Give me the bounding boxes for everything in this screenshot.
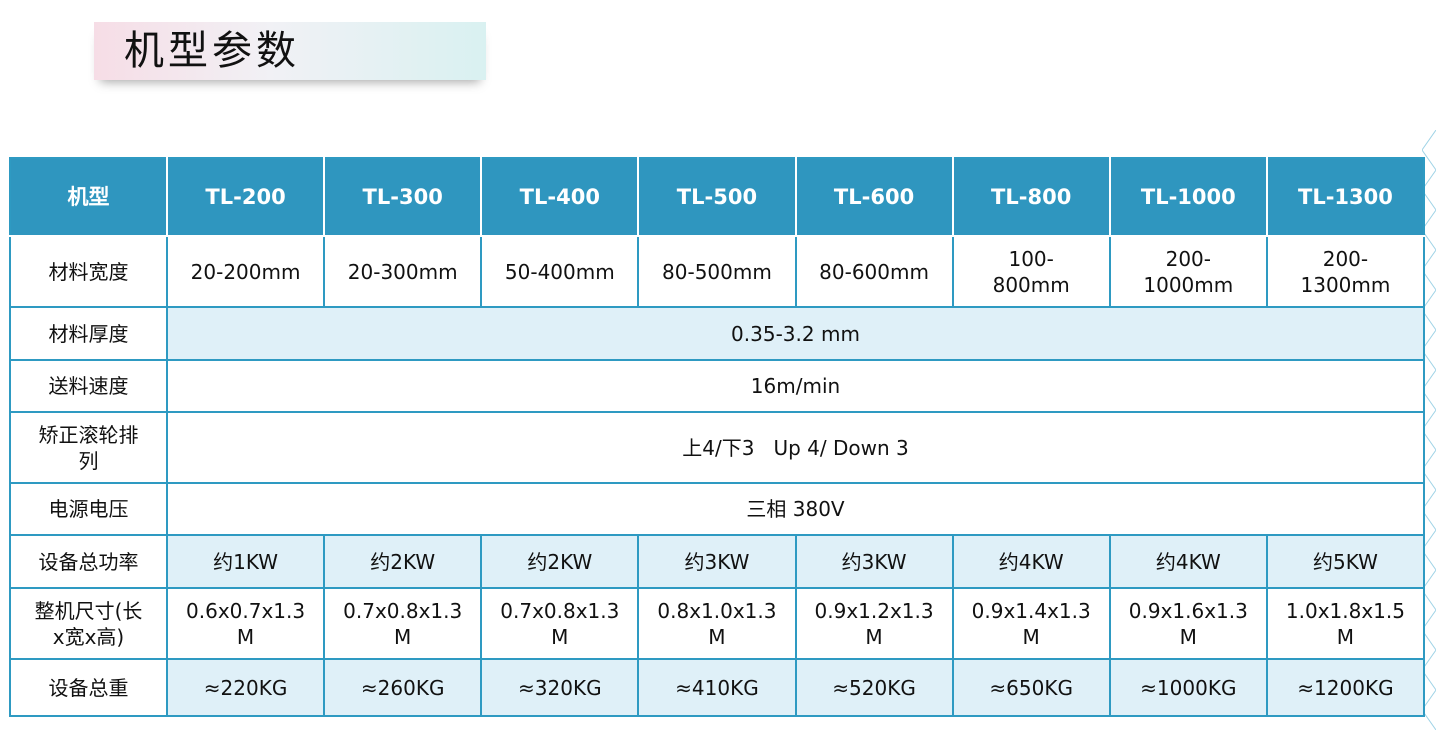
table-cell: 约3KW <box>794 534 954 589</box>
table-cell: ≈520KG <box>794 658 954 717</box>
model-tl-1300: TL-1300 <box>1265 157 1426 237</box>
row-voltage: 电源电压 三相 380V <box>9 482 1425 536</box>
table-cell: 200-1300mm <box>1265 235 1426 308</box>
table-cell: ≈410KG <box>637 658 797 717</box>
spec-table: 机型 TL-200 TL-300 TL-400 TL-500 TL-600 TL… <box>9 157 1426 717</box>
table-cell: 20-200mm <box>165 235 326 308</box>
table-cell: 约2KW <box>480 534 640 589</box>
row-feed-speed: 送料速度 16m/min <box>9 359 1425 413</box>
row-label: 设备总重 <box>9 658 168 717</box>
row-label: 矫正滚轮排列 <box>9 411 168 484</box>
table-cell: 200-1000mm <box>1108 235 1268 308</box>
table-cell: 约5KW <box>1265 534 1426 589</box>
table-cell: 上4/下3 Up 4/ Down 3 <box>166 411 1425 484</box>
table-cell: 50-400mm <box>480 235 640 308</box>
table-cell: 三相 380V <box>166 482 1425 536</box>
row-roller-arrangement: 矫正滚轮排列 上4/下3 Up 4/ Down 3 <box>9 411 1425 484</box>
model-tl-200: TL-200 <box>165 157 326 237</box>
table-cell: 0.9x1.6x1.3 M <box>1108 587 1268 660</box>
table-cell: 0.6x0.7x1.3 M <box>165 587 326 660</box>
row-machine-size: 整机尺寸(长x宽x高) 0.6x0.7x1.3 M 0.7x0.8x1.3 M … <box>9 587 1426 660</box>
row-material-width: 材料宽度 20-200mm 20-300mm 50-400mm 80-500mm… <box>9 235 1426 308</box>
table-cell: ≈1200KG <box>1265 658 1426 717</box>
table-cell: 0.8x1.0x1.3 M <box>637 587 797 660</box>
table-cell: 1.0x1.8x1.5 M <box>1265 587 1426 660</box>
row-material-thickness: 材料厚度 0.35-3.2 mm <box>9 306 1425 361</box>
table-cell: 约3KW <box>637 534 797 589</box>
table-cell: 0.35-3.2 mm <box>166 306 1425 361</box>
header-label: 机型 <box>9 157 168 237</box>
row-label: 电源电压 <box>9 482 168 536</box>
table-cell: 16m/min <box>166 359 1425 413</box>
row-label: 送料速度 <box>9 359 168 413</box>
model-tl-500: TL-500 <box>637 157 797 237</box>
model-tl-800: TL-800 <box>951 157 1111 237</box>
row-total-power: 设备总功率 约1KW 约2KW 约2KW 约3KW 约3KW 约4KW 约4KW… <box>9 534 1426 589</box>
row-label: 材料厚度 <box>9 306 168 361</box>
table-cell: 约1KW <box>165 534 326 589</box>
row-label: 整机尺寸(长x宽x高) <box>9 587 168 660</box>
table-cell: 约2KW <box>323 534 483 589</box>
page-title: 机型参数 <box>124 28 300 74</box>
table-cell: ≈260KG <box>323 658 483 717</box>
table-cell: 0.7x0.8x1.3 M <box>480 587 640 660</box>
table-cell: 约4KW <box>1108 534 1268 589</box>
header-row: 机型 TL-200 TL-300 TL-400 TL-500 TL-600 TL… <box>9 157 1426 237</box>
table-cell: ≈320KG <box>480 658 640 717</box>
table-cell: 80-500mm <box>637 235 797 308</box>
table-cell: 约4KW <box>951 534 1111 589</box>
table-cell: 0.9x1.4x1.3 M <box>951 587 1111 660</box>
model-tl-400: TL-400 <box>480 157 640 237</box>
table-cell: ≈220KG <box>165 658 326 717</box>
table-cell: 80-600mm <box>794 235 954 308</box>
table-cell: ≈650KG <box>951 658 1111 717</box>
model-tl-600: TL-600 <box>794 157 954 237</box>
row-label: 材料宽度 <box>9 235 168 308</box>
row-label: 设备总功率 <box>9 534 168 589</box>
table-cell: 100-800mm <box>951 235 1111 308</box>
model-tl-1000: TL-1000 <box>1108 157 1268 237</box>
table-cell: 20-300mm <box>323 235 483 308</box>
table-cell: 0.7x0.8x1.3 M <box>323 587 483 660</box>
table-cell: ≈1000KG <box>1108 658 1268 717</box>
table-cell: 0.9x1.2x1.3 M <box>794 587 954 660</box>
model-tl-300: TL-300 <box>323 157 483 237</box>
row-total-weight: 设备总重 ≈220KG ≈260KG ≈320KG ≈410KG ≈520KG … <box>9 658 1426 717</box>
